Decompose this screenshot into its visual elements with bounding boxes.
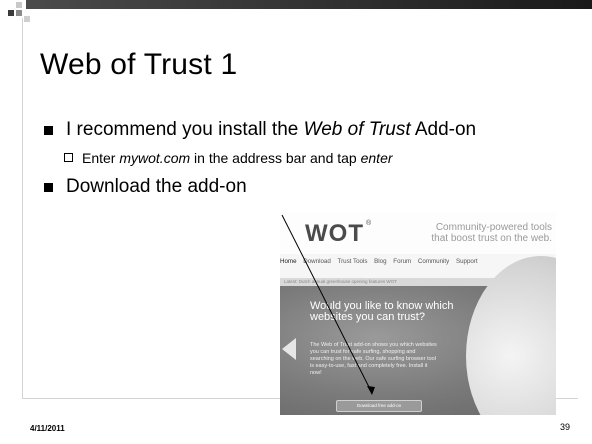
bullet-square-icon (44, 126, 53, 135)
wot-nav-support[interactable]: Support (456, 258, 478, 265)
corner-square-dark (8, 10, 14, 16)
sub-bullet-url: mywot.com (119, 150, 191, 166)
hollow-square-bullet-icon (64, 153, 73, 162)
wot-logo-text: WOT (305, 220, 364, 247)
bullet-download: Download the add-on (44, 175, 564, 199)
bullet-install-text-end: Add-on (410, 119, 477, 140)
sub-bullet-enter-key: enter (360, 150, 393, 166)
slide: Web of Trust 1 I recommend you install t… (0, 0, 592, 444)
corner-square-mid (16, 10, 22, 16)
bullet-list: I recommend you install the Web of Trust… (44, 118, 564, 199)
wot-header: WOT ® Community-powered tools that boost … (280, 212, 556, 254)
wot-logo: WOT ® (305, 220, 372, 248)
wot-registered-mark: ® (365, 220, 373, 227)
bullet-square-icon (44, 183, 53, 192)
bullet-download-text: Download the add-on (66, 176, 247, 197)
bullet-install-emphasis: Web of Trust (303, 119, 411, 140)
wot-nav-download[interactable]: Download (303, 258, 331, 265)
sub-bullet-enter: Enter mywot.com in the address bar and t… (64, 149, 564, 167)
wot-hero-panel: Would you like to know which websites yo… (280, 256, 556, 415)
wot-prev-arrow-icon[interactable] (282, 338, 296, 360)
wot-hero-question: Would you like to know which websites yo… (310, 300, 454, 323)
corner-square-light (16, 2, 22, 8)
bullet-install: I recommend you install the Web of Trust… (44, 118, 564, 142)
wot-nav-trust-tools[interactable]: Trust Tools (338, 258, 368, 265)
sub-bullet-text-2: in the address bar and tap (190, 150, 361, 166)
page-number: 39 (560, 422, 571, 432)
sub-bullet-text-1: Enter (82, 150, 120, 166)
wot-website-screenshot: WOT ® Community-powered tools that boost … (280, 212, 556, 415)
wot-hero-description: The Web of Trust add-on shows you which … (310, 342, 437, 376)
left-rule (22, 18, 23, 398)
corner-square-light-2 (24, 16, 30, 22)
wot-nav-community[interactable]: Community (418, 258, 449, 265)
slide-title: Web of Trust 1 (40, 48, 238, 81)
wot-nav-home[interactable]: Home (280, 258, 297, 265)
wot-tagline: Community-powered tools that boost trust… (431, 222, 552, 244)
bullet-install-text: I recommend you install the (66, 119, 304, 140)
wot-download-button[interactable]: Download free add-on (336, 400, 422, 412)
wot-nav-forum[interactable]: Forum (393, 258, 411, 265)
wot-nav-blog[interactable]: Blog (374, 258, 386, 265)
footer-date: 4/11/2011 (30, 424, 65, 433)
top-decor-bar (26, 0, 592, 9)
